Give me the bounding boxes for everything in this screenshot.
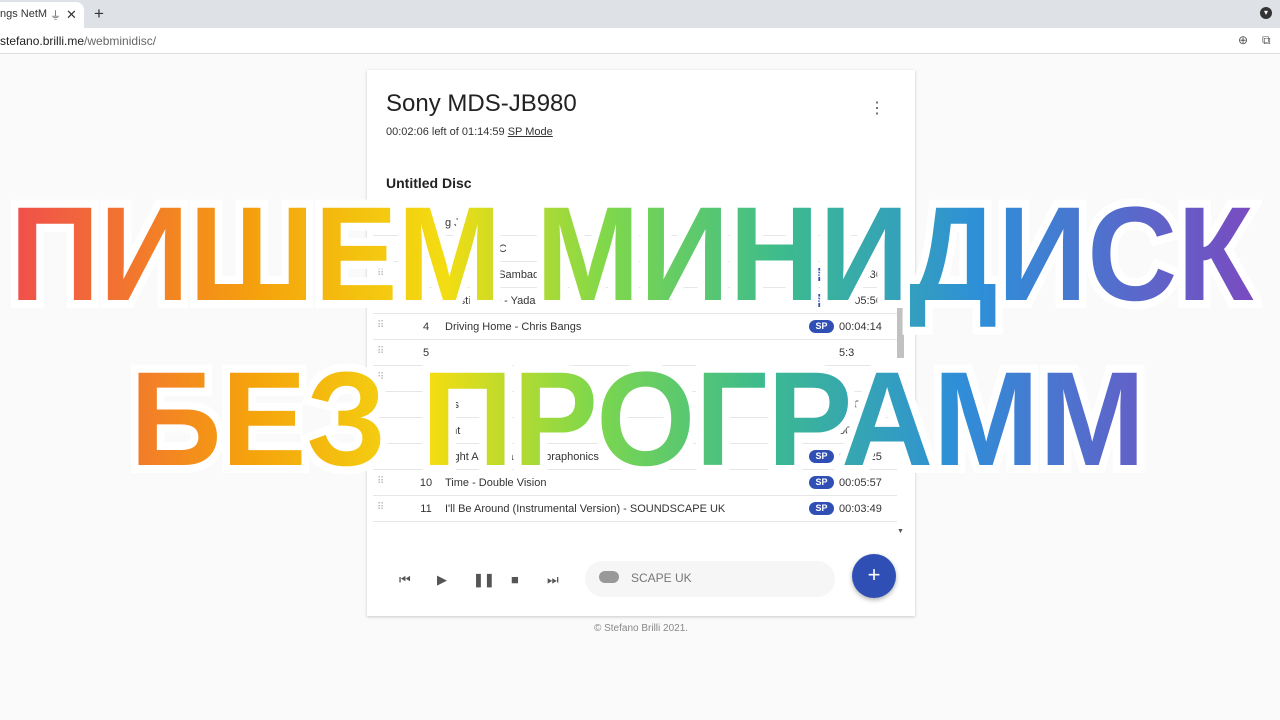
previous-icon[interactable]: ⏮: [399, 572, 411, 588]
mode-badge: SP: [809, 502, 834, 515]
close-tab-icon[interactable]: ✕: [66, 7, 77, 23]
track-title: I'll Be Around (Instrumental Version) - …: [445, 503, 726, 515]
tab-search-icon[interactable]: ▾: [1260, 7, 1272, 19]
drag-handle-icon[interactable]: ⠿: [377, 502, 384, 513]
overlay-title-line2: БЕЗ ПРОГРАММБЕЗ ПРОГРАММ: [122, 344, 1152, 494]
new-tab-button[interactable]: +: [94, 4, 104, 24]
title-fill: ПИШЕМ МИНИДИСК: [10, 180, 1254, 329]
next-icon[interactable]: ⏭: [547, 572, 559, 588]
mode-link[interactable]: SP Mode: [508, 126, 553, 138]
pause-icon[interactable]: ❚❚: [473, 572, 495, 588]
footer: © Stefano Brilli 2021.: [593, 623, 689, 634]
main-card: Sony MDS-JB980 00:02:06 left of 01:14:59…: [367, 70, 915, 616]
device-title: Sony MDS-JB980: [386, 90, 577, 117]
now-playing-title: SCAPE UK: [631, 571, 692, 585]
url-path: /webminidisc/: [84, 34, 157, 48]
disc-title[interactable]: Untitled Disc: [386, 175, 472, 191]
play-icon[interactable]: ▶: [437, 572, 447, 588]
stop-icon[interactable]: ■: [511, 572, 519, 587]
now-playing: SCAPE UK: [585, 561, 835, 597]
track-duration: 00:03:49: [839, 503, 882, 515]
more-menu-icon[interactable]: ⋮: [869, 98, 885, 118]
overlay-title-line1: ПИШЕМ МИНИДИСКПИШЕМ МИНИДИСК: [3, 179, 1261, 329]
address-bar[interactable]: stefano.brilli.me/webminidisc/ ⊕ ⧉: [0, 28, 1280, 54]
install-icon[interactable]: ⊕: [1238, 33, 1248, 47]
usb-icon: ⏚: [50, 10, 61, 22]
browser-tab[interactable]: ngs NetM ⏚ ✕: [0, 2, 84, 28]
tab-title: ngs NetM: [0, 8, 48, 20]
disc-status: 00:02:06 left of 01:14:59 SP Mode: [386, 126, 553, 138]
url-host: stefano.brilli.me: [0, 34, 85, 48]
track-number: 11: [420, 503, 432, 515]
tab-bar: ngs NetM ⏚ ✕ + ▾: [0, 0, 1280, 28]
time-left: 00:02:06 left of 01:14:59: [386, 126, 505, 138]
title-fill: БЕЗ ПРОГРАММ: [130, 345, 1146, 494]
minidisc-icon: [599, 571, 619, 583]
track-row[interactable]: ⠿ 11 I'll Be Around (Instrumental Versio…: [373, 496, 897, 522]
add-track-button[interactable]: +: [852, 554, 896, 598]
scroll-down-icon[interactable]: ▼: [897, 528, 904, 535]
translate-icon[interactable]: ⧉: [1262, 33, 1271, 48]
